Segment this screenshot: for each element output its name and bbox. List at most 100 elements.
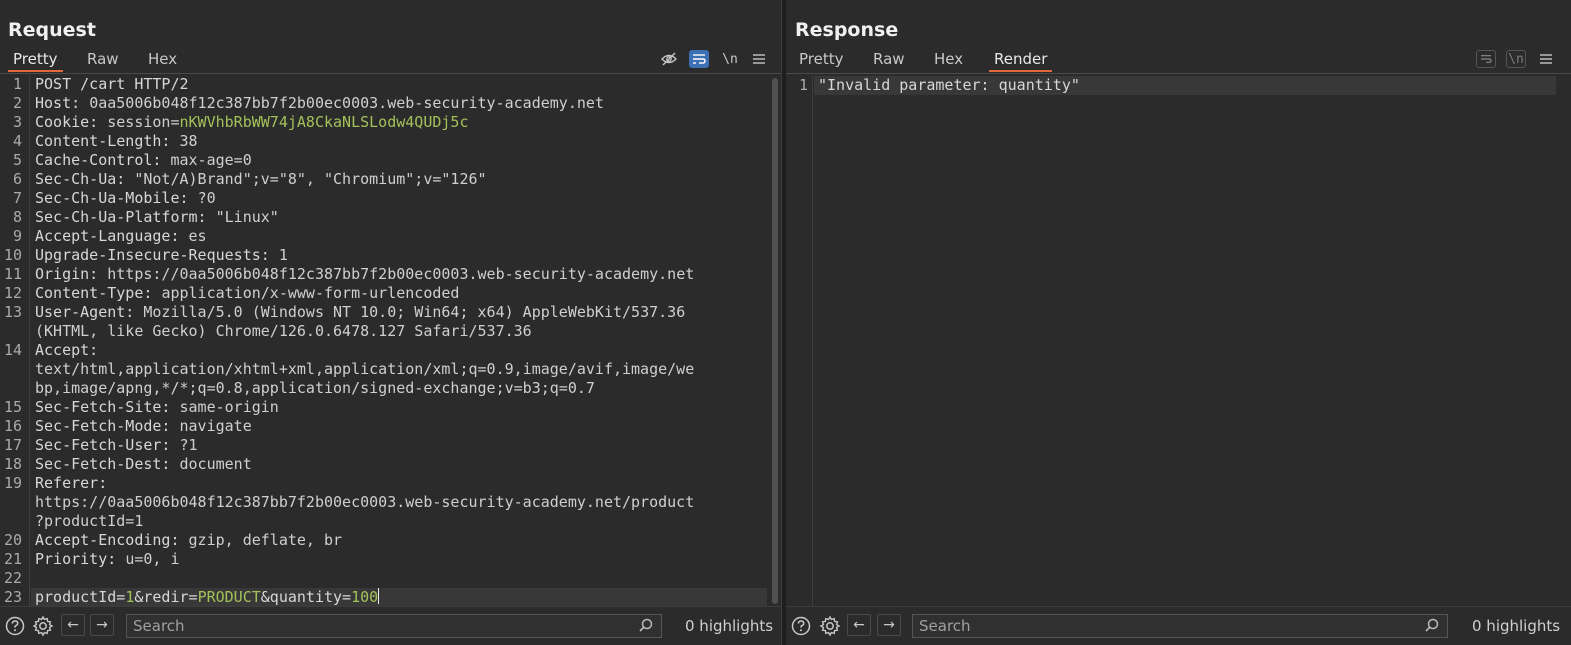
code-token: Accept-Language: xyxy=(35,227,189,245)
response-panel: Response Pretty Raw Hex Render \n 1 "Inv… xyxy=(786,0,1571,645)
code-line[interactable]: productId=1&redir=PRODUCT&quantity=100 xyxy=(35,588,380,607)
code-line[interactable]: Content-Length: 38 xyxy=(35,132,198,151)
gear-icon[interactable] xyxy=(31,614,55,638)
tab-hex[interactable]: Hex xyxy=(929,50,968,72)
code-token: Host: xyxy=(35,94,90,112)
code-token: application/x-www-form-urlencoded xyxy=(161,284,460,302)
tab-hex[interactable]: Hex xyxy=(143,50,182,72)
request-footer: ← → 0 highlights xyxy=(0,606,781,645)
search-icon xyxy=(1425,618,1441,634)
line-number: 4 xyxy=(12,132,22,150)
line-number-gutter: 1 xyxy=(786,75,813,607)
code-token: Cookie: xyxy=(35,113,108,131)
forward-arrow-icon[interactable]: → xyxy=(90,614,114,636)
code-line[interactable]: Sec-Fetch-Site: same-origin xyxy=(35,398,279,417)
code-token: "Invalid parameter: quantity" xyxy=(818,76,1080,94)
code-line[interactable]: POST /cart HTTP/2 xyxy=(35,75,189,94)
newline-icon[interactable]: \n xyxy=(1506,50,1526,68)
code-line[interactable]: Accept-Encoding: gzip, deflate, br xyxy=(35,531,342,550)
code-token: Content-Length: xyxy=(35,132,180,150)
newline-icon[interactable]: \n xyxy=(720,50,740,68)
code-line[interactable]: Accept-Language: es xyxy=(35,227,207,246)
code-token: "Not/A)Brand";v="8", "Chromium";v="126" xyxy=(134,170,487,188)
line-number: 13 xyxy=(3,303,22,321)
tab-pretty[interactable]: Pretty xyxy=(8,50,63,72)
line-number: 1 xyxy=(798,76,808,94)
forward-arrow-icon[interactable]: → xyxy=(877,614,901,636)
code-token: https://0aa5006b048f12c387bb7f2b00ec0003… xyxy=(107,265,695,283)
search-field[interactable] xyxy=(912,614,1448,638)
request-editor[interactable]: 1 2 3 4 5 6 7 8 9 10 11 12 13 14 15 16 17 18 19 20 21 22 23 PO… xyxy=(0,75,781,607)
code-line[interactable]: Host: 0aa5006b048f12c387bb7f2b00ec0003.w… xyxy=(35,94,604,113)
repeater-view: Request Pretty Raw Hex \n 1 2 3 4 5 6 7 8 9 10 11 1… xyxy=(0,0,1571,645)
code-token: 1 xyxy=(125,588,135,606)
code-line[interactable]: Sec-Ch-Ua: "Not/A)Brand";v="8", "Chromiu… xyxy=(35,170,487,189)
gear-icon[interactable] xyxy=(818,614,842,638)
code-line[interactable]: Sec-Ch-Ua-Mobile: ?0 xyxy=(35,189,216,208)
back-arrow-icon[interactable]: ← xyxy=(61,614,85,636)
code-token: u=0, i xyxy=(125,550,180,568)
tab-render[interactable]: Render xyxy=(989,50,1053,72)
code-token: productId= xyxy=(35,588,126,606)
code-line[interactable]: Content-Type: application/x-www-form-url… xyxy=(35,284,459,303)
line-number: 1 xyxy=(12,75,22,93)
code-line[interactable]: User-Agent: Mozilla/5.0 (Windows NT 10.0… xyxy=(35,303,685,322)
wrap-icon[interactable] xyxy=(1476,50,1496,68)
code-line[interactable]: Sec-Fetch-Mode: navigate xyxy=(35,417,252,436)
code-line[interactable]: (KHTML, like Gecko) Chrome/126.0.6478.12… xyxy=(35,322,532,341)
tab-pretty[interactable]: Pretty xyxy=(794,50,849,72)
help-icon[interactable] xyxy=(3,614,27,638)
code-line[interactable]: Sec-Ch-Ua-Platform: "Linux" xyxy=(35,208,279,227)
code-token: 1 xyxy=(278,246,288,264)
search-input[interactable] xyxy=(133,615,603,637)
code-token: Sec-Fetch-Site: xyxy=(35,398,180,416)
response-footer: ← → 0 highlights xyxy=(786,606,1571,645)
code-token: PRODUCT xyxy=(197,588,261,606)
code-line[interactable]: Accept: xyxy=(35,341,107,360)
code-token: &quantity= xyxy=(260,588,352,606)
line-number-gutter: 1 2 3 4 5 6 7 8 9 10 11 12 13 14 15 16 17 18 19 20 21 22 23 xyxy=(0,75,30,607)
highlights-count: 0 highlights xyxy=(1472,617,1561,635)
code-token: Sec-Ch-Ua-Platform: xyxy=(35,208,216,226)
search-field[interactable] xyxy=(126,614,662,638)
code-token: ?0 xyxy=(197,189,216,207)
line-number: 15 xyxy=(3,398,22,416)
code-token: ?1 xyxy=(179,436,198,454)
line-number: 2 xyxy=(12,94,22,112)
code-line[interactable]: https://0aa5006b048f12c387bb7f2b00ec0003… xyxy=(35,493,694,512)
tab-raw[interactable]: Raw xyxy=(868,50,910,72)
code-token: 100 xyxy=(351,588,379,606)
code-line[interactable]: Sec-Fetch-User: ?1 xyxy=(35,436,198,455)
code-token: Referer: xyxy=(35,474,117,492)
tab-raw[interactable]: Raw xyxy=(82,50,124,72)
menu-icon[interactable] xyxy=(1536,50,1556,68)
help-icon[interactable] xyxy=(789,614,813,638)
response-code[interactable]: "Invalid parameter: quantity" xyxy=(814,75,1556,607)
code-token: session= xyxy=(107,113,180,131)
scrollbar[interactable] xyxy=(772,78,778,604)
code-line[interactable]: Cookie: session=nKWVhbRbWW74jA8CkaNLSLod… xyxy=(35,113,468,132)
hide-icon[interactable] xyxy=(659,50,679,68)
code-token: Upgrade-Insecure-Requests: xyxy=(35,246,279,264)
code-token: navigate xyxy=(179,417,252,435)
code-line[interactable]: Origin: https://0aa5006b048f12c387bb7f2b… xyxy=(35,265,694,284)
line-number: 7 xyxy=(12,189,22,207)
code-line[interactable]: Sec-Fetch-Dest: document xyxy=(35,455,252,474)
code-line[interactable]: bp,image/apng,*/*;q=0.8,application/sign… xyxy=(35,379,595,398)
code-line[interactable]: ?productId=1 xyxy=(35,512,143,531)
code-line[interactable]: Upgrade-Insecure-Requests: 1 xyxy=(35,246,288,265)
code-line[interactable]: text/html,application/xhtml+xml,applicat… xyxy=(35,360,694,379)
code-line[interactable]: "Invalid parameter: quantity" xyxy=(818,76,1080,95)
request-title: Request xyxy=(8,19,96,41)
code-line[interactable]: Referer: xyxy=(35,474,116,493)
code-line[interactable]: Priority: u=0, i xyxy=(35,550,180,569)
menu-icon[interactable] xyxy=(749,50,769,68)
search-input[interactable] xyxy=(919,615,1389,637)
code-token: ?productId=1 xyxy=(35,512,144,530)
code-line[interactable]: Cache-Control: max-age=0 xyxy=(35,151,252,170)
back-arrow-icon[interactable]: ← xyxy=(847,614,871,636)
response-editor[interactable]: 1 "Invalid parameter: quantity" xyxy=(786,75,1571,607)
wrap-icon[interactable] xyxy=(689,50,709,68)
request-tabs: Pretty Raw Hex \n xyxy=(0,47,781,74)
request-code[interactable]: POST /cart HTTP/2 Host: 0aa5006b048f12c38… xyxy=(31,75,767,607)
